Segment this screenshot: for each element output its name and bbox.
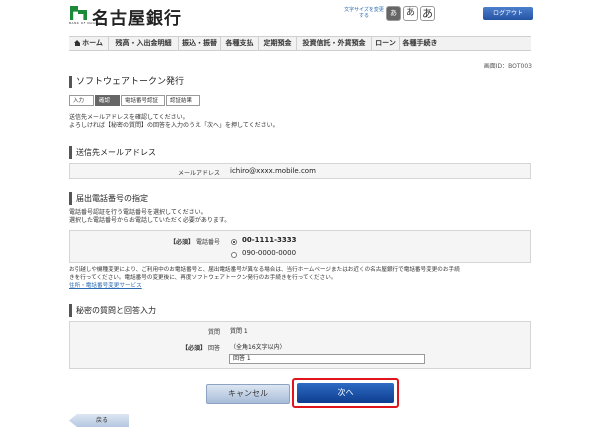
phone-change-note: お引越しや機種変更により、ご利用中のお電話番号と、届出電話番号が異なる場合は、当… <box>69 266 535 290</box>
phone-option-2[interactable]: 090-0000-0000 <box>242 249 296 257</box>
required-badge: 【必須】 <box>170 239 195 246</box>
step-confirm: 確認 <box>95 95 120 106</box>
required-badge: 【必須】 <box>182 345 207 352</box>
nav-item-balance[interactable]: 残高・入出金明細 <box>109 37 179 50</box>
logout-button[interactable]: ログアウト <box>483 7 533 20</box>
nav-item-payment[interactable]: 各種支払 <box>221 37 259 50</box>
nav-item-transfer[interactable]: 振込・振替 <box>179 37 221 50</box>
font-size-medium-button[interactable]: あ <box>403 6 418 21</box>
nav-item-investment[interactable]: 投資信託・外貨預金 <box>297 37 372 50</box>
email-field-row: メールアドレス ichiro@xxxx.mobile.com <box>69 163 531 179</box>
phone-field-row: 【必須】 電話番号 00-1111-3333 090-0000-0000 <box>69 230 531 263</box>
back-button[interactable]: 戻る <box>69 414 129 427</box>
page-title: ソフトウェアトークン発行 <box>69 76 531 88</box>
nav-item-loan[interactable]: ローン <box>372 37 400 50</box>
answer-label: 【必須】 回答 <box>182 345 220 352</box>
phone-section-title: 届出電話番号の指定 <box>69 192 531 205</box>
phone-radio-1[interactable] <box>231 239 237 245</box>
home-icon <box>74 40 81 46</box>
question-label: 質問 <box>207 329 220 336</box>
email-section-title: 送信先メールアドレス <box>69 146 531 159</box>
font-size-large-button[interactable]: あ <box>420 6 435 21</box>
answer-hint: （全角16文字以内） <box>230 344 286 351</box>
next-button[interactable]: 次へ <box>297 383 394 403</box>
email-label: メールアドレス <box>177 170 220 177</box>
phone-label: 【必須】 電話番号 <box>170 239 220 246</box>
nav-item-time-deposit[interactable]: 定期預金 <box>259 37 297 50</box>
secret-field-box: 質問 質問 1 【必須】 回答 （全角16文字以内） 回答 1 <box>69 321 531 369</box>
step-phone-auth: 電話番号認証 <box>121 95 165 106</box>
bank-logo-icon <box>70 6 88 20</box>
cancel-button[interactable]: キャンセル <box>206 384 290 404</box>
phone-option-1[interactable]: 00-1111-3333 <box>242 236 297 244</box>
question-value: 質問 1 <box>230 328 248 335</box>
screen-id: 画面ID：BOT003 <box>483 63 532 70</box>
secret-section-title: 秘密の質問と回答入力 <box>69 304 531 317</box>
font-size-small-button[interactable]: あ <box>386 6 401 21</box>
global-nav: ホーム 残高・入出金明細 振込・振替 各種支払 定期預金 投資信託・外貨預金 ロ… <box>69 36 531 51</box>
address-phone-change-link[interactable]: 住所・電話番号変更サービス <box>69 282 535 290</box>
step-input: 入力 <box>69 95 94 106</box>
email-value: ichiro@xxxx.mobile.com <box>230 167 316 175</box>
phone-radio-2[interactable] <box>231 252 237 258</box>
answer-input[interactable]: 回答 1 <box>229 354 425 364</box>
header: BANK OF NAGOYA 名古屋銀行 文字サイズを変更する あ あ あ ログ… <box>0 0 600 30</box>
intro-text: 送信先メールアドレスを確認してください。 よろしければ【秘密の質問】の回答を入力… <box>69 114 279 129</box>
nav-item-procedures[interactable]: 各種手続き <box>400 37 440 50</box>
font-size-label: 文字サイズを変更する <box>344 7 384 19</box>
phone-description: 電話番号認証を行う電話番号を選択してください。 選択した電話番号からお電話してい… <box>69 209 231 224</box>
next-button-highlight: 次へ <box>292 378 399 408</box>
nav-item-home[interactable]: ホーム <box>69 37 109 50</box>
step-result: 認証結果 <box>166 95 200 106</box>
bank-name: 名古屋銀行 <box>92 9 182 29</box>
